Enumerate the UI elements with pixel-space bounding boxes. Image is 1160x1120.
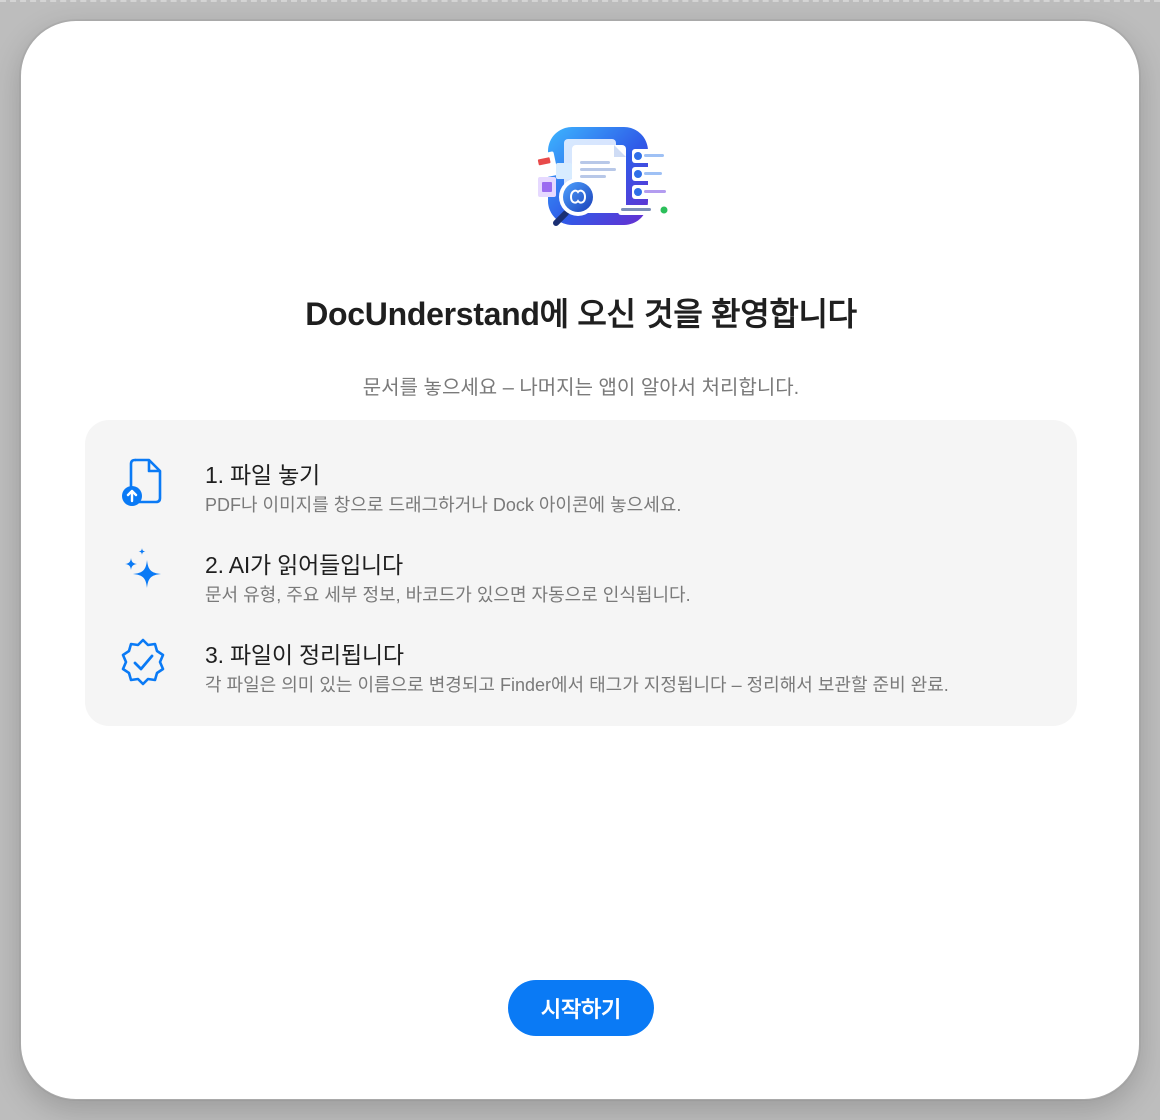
step-description: 문서 유형, 주요 세부 정보, 바코드가 있으면 자동으로 인식됩니다.	[205, 585, 691, 605]
step-drop-files: 1. 파일 놓기 PDF나 이미지를 창으로 드래그하거나 Dock 아이콘에 …	[85, 456, 1077, 526]
step-description: 각 파일은 의미 있는 이름으로 변경되고 Finder에서 태그가 지정됩니다…	[205, 675, 949, 695]
checkmark-seal-icon	[121, 638, 165, 686]
app-icon	[534, 127, 670, 226]
step-description: PDF나 이미지를 창으로 드래그하거나 Dock 아이콘에 놓으세요.	[205, 495, 682, 515]
start-button[interactable]: 시작하기	[508, 980, 654, 1036]
steps-card: 1. 파일 놓기 PDF나 이미지를 창으로 드래그하거나 Dock 아이콘에 …	[85, 420, 1077, 726]
backdrop-dashed-edge	[0, 0, 1160, 3]
step-title: 3. 파일이 정리됩니다	[205, 642, 404, 668]
step-files-organized: 3. 파일이 정리됩니다 각 파일은 의미 있는 이름으로 변경되고 Finde…	[85, 636, 1077, 706]
step-title: 1. 파일 놓기	[205, 462, 321, 488]
sparkles-icon	[125, 548, 161, 588]
document-upload-icon	[122, 458, 162, 506]
step-title: 2. AI가 읽어들입니다	[205, 552, 403, 578]
welcome-title: DocUnderstand에 오신 것을 환영합니다	[305, 296, 857, 332]
welcome-window: DocUnderstand에 오신 것을 환영합니다 문서를 놓으세요 – 나머…	[20, 20, 1140, 1100]
welcome-subtitle: 문서를 놓으세요 – 나머지는 앱이 알아서 처리합니다.	[362, 377, 800, 399]
step-ai-reads: 2. AI가 읽어들입니다 문서 유형, 주요 세부 정보, 바코드가 있으면 …	[85, 546, 1077, 616]
